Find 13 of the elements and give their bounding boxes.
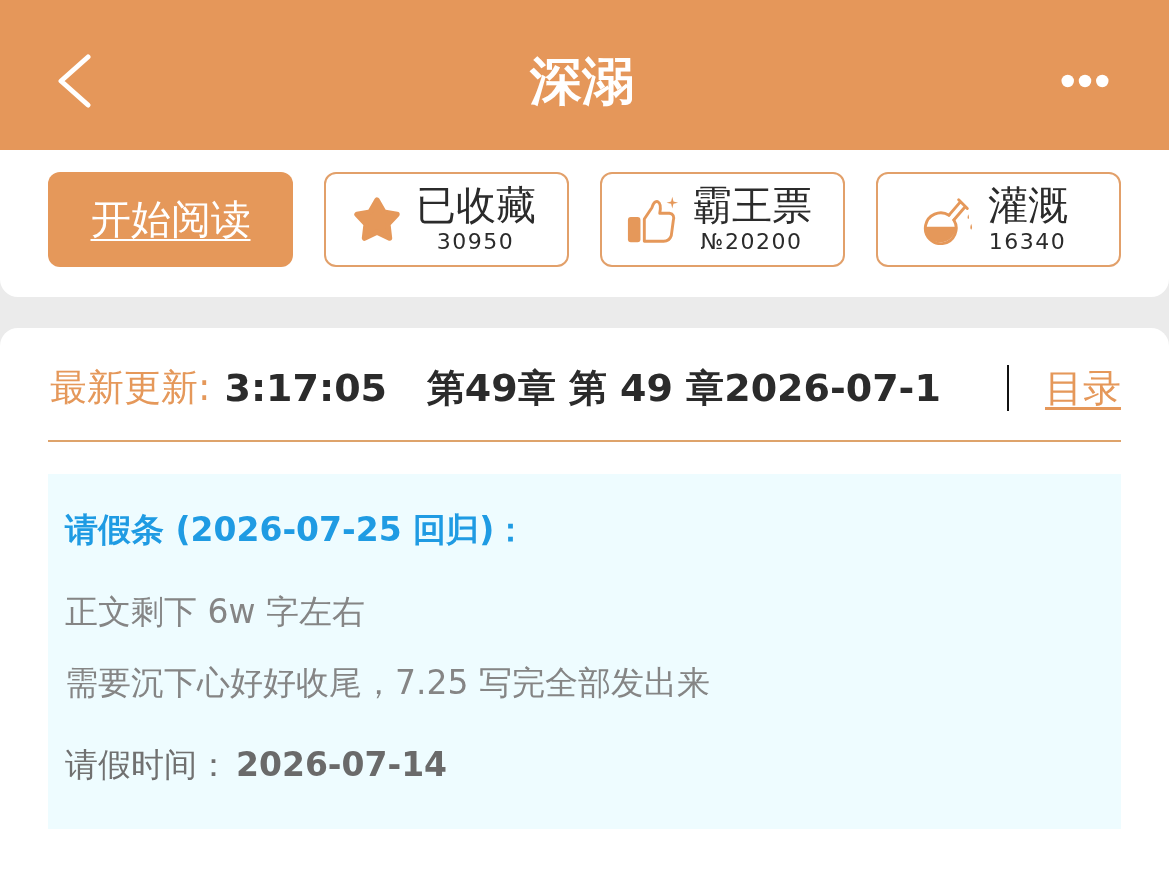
- date-value: 2026-07-14: [236, 744, 448, 784]
- update-label: 最新更新:: [49, 365, 211, 411]
- back-icon[interactable]: [55, 54, 93, 108]
- irrigate-button[interactable]: 灌溉 16340: [876, 172, 1121, 267]
- book-title: 深溺: [530, 55, 634, 107]
- more-icon[interactable]: [1061, 74, 1109, 88]
- vote-button[interactable]: 霸王票 №20200: [600, 172, 845, 267]
- notice-line: 正文剩下 6w 字左右: [65, 591, 366, 632]
- update-ticker: 3:17:05 第49章 第 49 章2026-07-1: [223, 364, 942, 412]
- favorite-button[interactable]: 已收藏 30950: [324, 172, 569, 267]
- notice-line: 需要沉下心好好收尾，7.25 写完全部发出来: [65, 663, 711, 703]
- date-label: 请假时间：: [65, 743, 230, 786]
- notice-title: 请假条 (2026-07-25 回归)：: [65, 510, 529, 550]
